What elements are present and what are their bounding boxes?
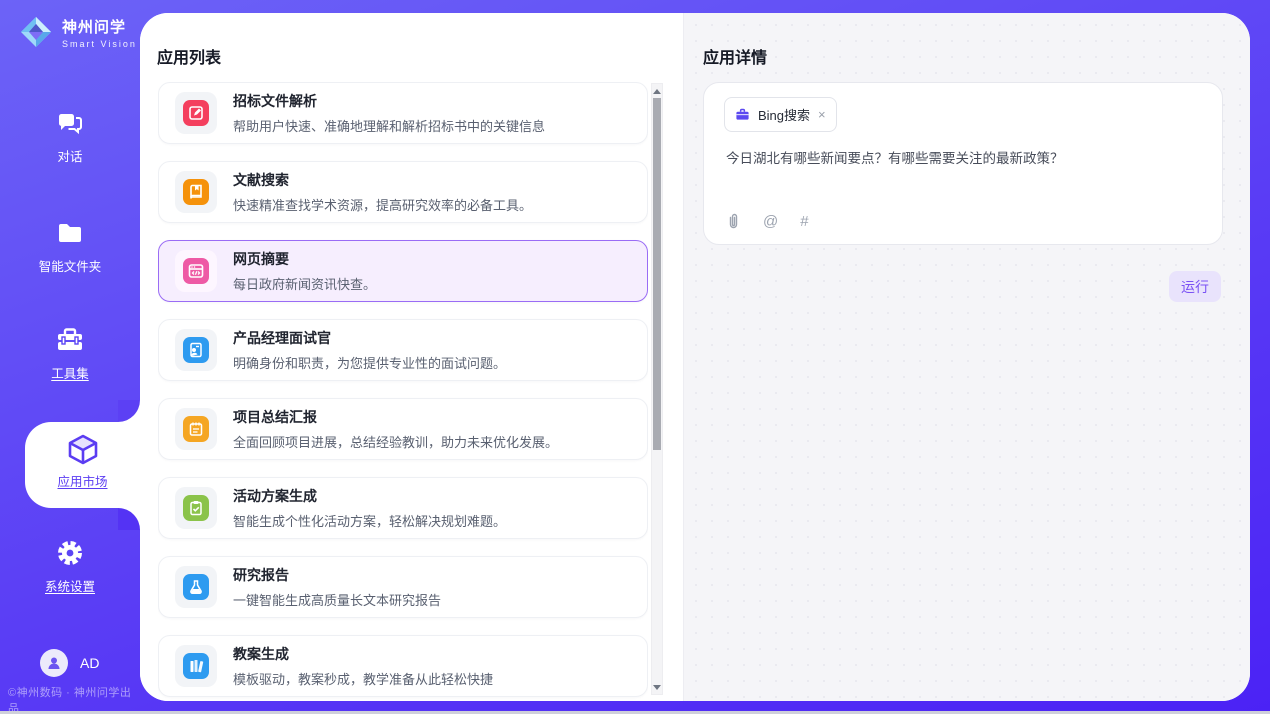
sidebar-item-label: 智能文件夹 bbox=[0, 256, 140, 275]
prompt-card: Bing搜索 × 今日湖北有哪些新闻要点？有哪些需要关注的最新政策？ @ # bbox=[703, 82, 1223, 245]
person-icon bbox=[46, 655, 62, 671]
toolbox-icon bbox=[55, 325, 85, 355]
app-name: 招标文件解析 bbox=[233, 91, 545, 111]
app-list-item[interactable]: 研究报告 一键智能生成高质量长文本研究报告 bbox=[158, 556, 648, 618]
book-icon bbox=[183, 179, 209, 205]
selected-notch-bottom bbox=[118, 508, 140, 530]
avatar bbox=[40, 649, 68, 677]
app-desc: 快速精准查找学术资源，提高研究效率的必备工具。 bbox=[233, 195, 532, 214]
tool-chip-bing-search[interactable]: Bing搜索 × bbox=[724, 97, 837, 132]
browser-code-icon bbox=[183, 258, 209, 284]
scroll-up-arrow-icon[interactable] bbox=[652, 84, 662, 98]
run-button[interactable]: 运行 bbox=[1169, 271, 1221, 302]
app-list-item[interactable]: 招标文件解析 帮助用户快速、准确地理解和解析招标书中的关键信息 bbox=[158, 82, 648, 144]
main-panel: 应用列表 招标文件解析 帮助用户快速、准确地理解和解析招标书中的关键信息 bbox=[140, 13, 1250, 701]
hash-icon[interactable]: # bbox=[800, 213, 808, 230]
app-name: 产品经理面试官 bbox=[233, 328, 506, 348]
app-desc: 全面回顾项目进展，总结经验教训，助力未来优化发展。 bbox=[233, 432, 558, 451]
sidebar: 神州问学 Smart Vision 对话 智能文件夹 bbox=[0, 0, 140, 711]
app-name: 项目总结汇报 bbox=[233, 407, 558, 427]
app-detail-title: 应用详情 bbox=[703, 44, 767, 68]
clipboard-check-icon bbox=[183, 495, 209, 521]
app-list-item[interactable]: 项目总结汇报 全面回顾项目进展，总结经验教训，助力未来优化发展。 bbox=[158, 398, 648, 460]
sidebar-item-settings[interactable]: 系统设置 bbox=[0, 538, 140, 595]
sidebar-item-label: 应用市场 bbox=[25, 471, 140, 490]
brand-name: 神州问学 bbox=[62, 16, 137, 37]
tool-chip-label: Bing搜索 bbox=[758, 105, 810, 124]
sidebar-item-label: 系统设置 bbox=[0, 576, 140, 595]
sidebar-item-label: 对话 bbox=[0, 146, 140, 165]
app-list-panel: 应用列表 招标文件解析 帮助用户快速、准确地理解和解析招标书中的关键信息 bbox=[140, 13, 683, 701]
interviewer-icon bbox=[183, 337, 209, 363]
app-name: 网页摘要 bbox=[233, 249, 376, 269]
gear-icon bbox=[55, 538, 85, 568]
app-desc: 明确身份和职责，为您提供专业性的面试问题。 bbox=[233, 353, 506, 372]
app-root: 神州问学 Smart Vision 对话 智能文件夹 bbox=[0, 0, 1270, 714]
sidebar-item-chat[interactable]: 对话 bbox=[0, 108, 140, 165]
app-desc: 帮助用户快速、准确地理解和解析招标书中的关键信息 bbox=[233, 116, 545, 135]
briefcase-icon bbox=[735, 107, 750, 122]
user-account[interactable]: AD bbox=[40, 649, 99, 677]
app-name: 活动方案生成 bbox=[233, 486, 506, 506]
chat-icon bbox=[55, 108, 85, 138]
app-desc: 智能生成个性化活动方案，轻松解决规划难题。 bbox=[233, 511, 506, 530]
sidebar-item-smart-folder[interactable]: 智能文件夹 bbox=[0, 218, 140, 275]
brand-diamond-icon bbox=[18, 14, 54, 50]
app-list-item[interactable]: 文献搜索 快速精准查找学术资源，提高研究效率的必备工具。 bbox=[158, 161, 648, 223]
app-name: 文献搜索 bbox=[233, 170, 532, 190]
edit-document-icon bbox=[183, 100, 209, 126]
app-desc: 模板驱动，教案秒成，教学准备从此轻松快捷 bbox=[233, 669, 493, 688]
app-list-item[interactable]: 活动方案生成 智能生成个性化活动方案，轻松解决规划难题。 bbox=[158, 477, 648, 539]
sidebar-item-app-market[interactable]: 应用市场 bbox=[25, 422, 140, 508]
app-list-item[interactable]: 产品经理面试官 明确身份和职责，为您提供专业性的面试问题。 bbox=[158, 319, 648, 381]
app-list: 招标文件解析 帮助用户快速、准确地理解和解析招标书中的关键信息 文献搜索 快速精… bbox=[158, 82, 648, 701]
app-desc: 每日政府新闻资讯快查。 bbox=[233, 274, 376, 293]
attachment-icon[interactable] bbox=[726, 213, 741, 230]
books-icon bbox=[183, 653, 209, 679]
selected-notch-top bbox=[118, 400, 140, 422]
sidebar-item-toolset[interactable]: 工具集 bbox=[0, 325, 140, 382]
brand-subtitle: Smart Vision bbox=[62, 39, 137, 49]
app-list-item[interactable]: 教案生成 模板驱动，教案秒成，教学准备从此轻松快捷 bbox=[158, 635, 648, 697]
app-list-item-selected[interactable]: 网页摘要 每日政府新闻资讯快查。 bbox=[158, 240, 648, 302]
notepad-icon bbox=[183, 416, 209, 442]
prompt-toolbar: @ # bbox=[726, 213, 809, 230]
app-desc: 一键智能生成高质量长文本研究报告 bbox=[233, 590, 441, 609]
folder-icon bbox=[55, 218, 85, 248]
sidebar-item-label: 工具集 bbox=[0, 363, 140, 382]
mention-icon[interactable]: @ bbox=[763, 213, 778, 230]
cube-icon bbox=[67, 433, 99, 465]
app-detail-panel: 应用详情 Bing搜索 × 今日湖北有哪些新闻要点？有哪些需要关注的最新政策？ bbox=[683, 13, 1250, 701]
app-list-title: 应用列表 bbox=[157, 44, 221, 68]
prompt-input[interactable]: 今日湖北有哪些新闻要点？有哪些需要关注的最新政策？ bbox=[726, 149, 1196, 169]
app-name: 研究报告 bbox=[233, 565, 441, 585]
app-list-scrollbar[interactable] bbox=[651, 83, 663, 695]
chip-close-icon[interactable]: × bbox=[818, 108, 826, 121]
scroll-down-arrow-icon[interactable] bbox=[652, 680, 662, 694]
scrollbar-thumb[interactable] bbox=[653, 98, 661, 450]
brand-logo: 神州问学 Smart Vision bbox=[18, 14, 137, 50]
app-name: 教案生成 bbox=[233, 644, 493, 664]
user-name: AD bbox=[80, 655, 99, 671]
flask-icon bbox=[183, 574, 209, 600]
